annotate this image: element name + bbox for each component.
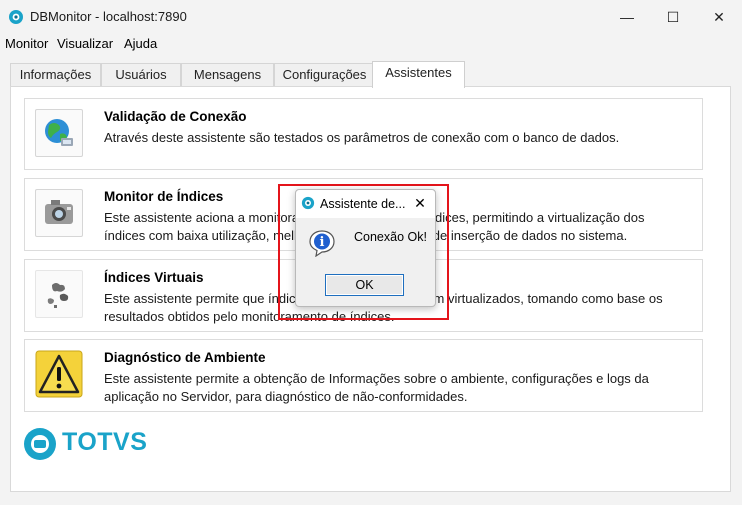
menu-ajuda[interactable]: Ajuda xyxy=(124,36,157,51)
menu-monitor[interactable]: Monitor xyxy=(5,36,48,51)
logo-text: TOTVS xyxy=(62,428,148,456)
tab-mensagens[interactable]: Mensagens xyxy=(181,63,274,86)
dialog-message: Conexão Ok! xyxy=(354,230,427,244)
totvs-logo: TOTVS xyxy=(22,424,147,464)
close-button[interactable]: ✕ xyxy=(696,0,742,34)
card-title: Índices Virtuais xyxy=(104,270,204,285)
card-title: Diagnóstico de Ambiente xyxy=(104,350,266,365)
totvs-logo-icon xyxy=(24,428,56,460)
tab-assistentes[interactable]: Assistentes xyxy=(372,61,465,88)
dialog-titlebar: Assistente de... ✕ xyxy=(296,190,435,218)
card-validacao-conexao[interactable]: Validação de Conexão Através deste assis… xyxy=(24,98,703,170)
dialog-title: Assistente de... xyxy=(320,197,406,211)
info-glyph: i xyxy=(320,235,325,250)
card-title: Monitor de Índices xyxy=(104,189,224,204)
dialog-close-button[interactable]: ✕ xyxy=(410,193,430,213)
menu-visualizar[interactable]: Visualizar xyxy=(57,36,113,51)
menu-bar: Monitor Visualizar Ajuda xyxy=(0,34,742,54)
card-description: Através deste assistente são testados os… xyxy=(104,130,620,145)
title-bar: DBMonitor - localhost:7890 — ☐ ✕ xyxy=(0,0,742,34)
ok-button[interactable]: OK xyxy=(325,274,404,296)
dbmonitor-app-icon xyxy=(301,196,315,210)
minimize-button[interactable]: — xyxy=(604,0,650,34)
tab-configuracoes[interactable]: Configurações xyxy=(274,63,375,86)
card-description: Este assistente permite a obtenção de In… xyxy=(104,371,649,404)
warning-icon xyxy=(35,350,83,398)
info-icon: i xyxy=(309,230,335,257)
maximize-button[interactable]: ☐ xyxy=(650,0,696,34)
dbmonitor-app-icon xyxy=(9,10,23,24)
card-diagnostico-ambiente[interactable]: Diagnóstico de Ambiente Este assistente … xyxy=(24,339,703,412)
window-title: DBMonitor - localhost:7890 xyxy=(30,9,187,24)
tab-usuarios[interactable]: Usuários xyxy=(101,63,181,86)
globe-network-icon xyxy=(35,109,83,157)
connection-result-dialog: Assistente de... ✕ i Conexão Ok! OK xyxy=(295,189,436,307)
camera-icon xyxy=(35,189,83,237)
virtual-index-icon xyxy=(35,270,83,318)
tab-informacoes[interactable]: Informações xyxy=(10,63,101,86)
card-title: Validação de Conexão xyxy=(104,109,247,124)
